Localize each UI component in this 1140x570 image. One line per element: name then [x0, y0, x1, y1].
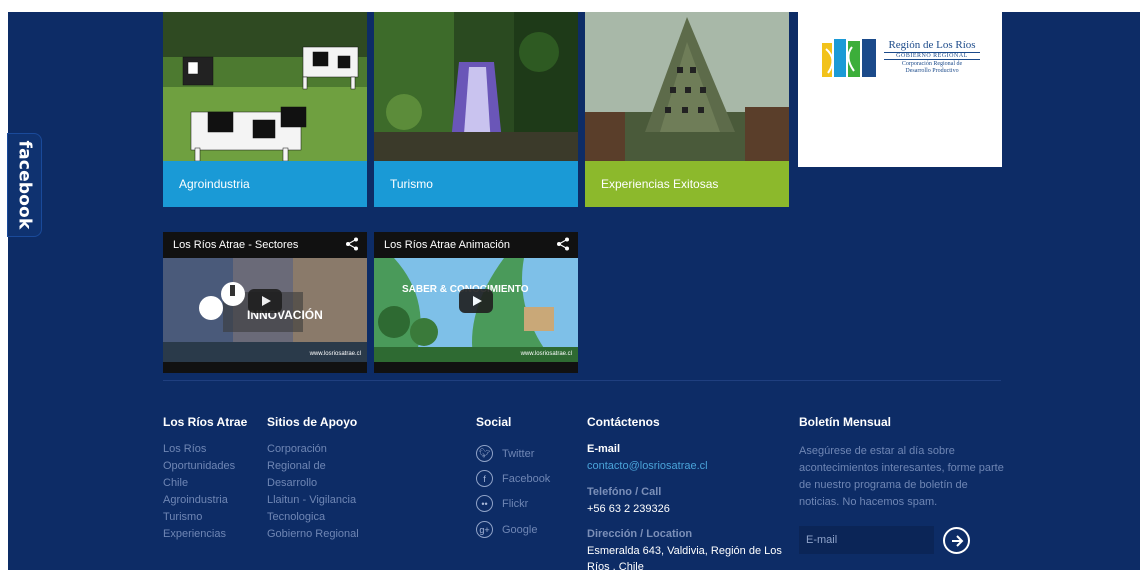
logo-line-4: Desarrollo Productivo [905, 68, 959, 74]
facebook-icon: f [476, 470, 493, 487]
tile-turismo[interactable]: Turismo [374, 12, 578, 207]
footer-heading-contactenos: Contáctenos [587, 415, 660, 429]
google-plus-icon: g+ [476, 521, 493, 538]
footer-link-llaitun[interactable]: Llaitun - Vigilancia [267, 492, 359, 509]
arrow-right-icon [951, 534, 963, 547]
social-label-facebook: Facebook [502, 472, 551, 485]
contact-phone-label: Telefóno / Call [587, 486, 662, 498]
video-sectores-title: Los Ríos Atrae - Sectores [173, 239, 299, 251]
footer-link-experiencias[interactable]: Experiencias [163, 526, 235, 543]
social-link-twitter[interactable]: 🐦︎ Twitter [476, 445, 534, 462]
footer-heading-sitios-de-apoyo: Sitios de Apoyo [267, 415, 358, 429]
footer-heading-social: Social [476, 415, 512, 429]
video-animacion-title: Los Ríos Atrae Animación [384, 239, 510, 251]
footer-link-los-rios[interactable]: Los Ríos [163, 441, 235, 458]
social-link-facebook[interactable]: f Facebook [476, 470, 550, 487]
footer-link-gobierno-regional[interactable]: Gobierno Regional [267, 526, 359, 543]
contact-address-line-1: Esmeralda 643, Valdivia, Región de Los [587, 545, 782, 557]
footer-link-tecnologica[interactable]: Tecnologica [267, 509, 359, 526]
share-icon[interactable] [556, 237, 570, 251]
footer-link-agroindustria[interactable]: Agroindustria [163, 492, 235, 509]
lodge-image [585, 12, 789, 161]
footer-link-oportunidades[interactable]: Oportunidades [163, 458, 235, 475]
footer-link-desarrollo[interactable]: Desarrollo [267, 475, 359, 492]
newsletter-description: Asegúrese de estar al día sobre aconteci… [799, 445, 1004, 508]
newsletter-submit-button[interactable] [943, 527, 970, 554]
logo-line-1: Región de Los Ríos [888, 39, 976, 51]
contact-address-label: Dirección / Location [587, 528, 693, 540]
footer-divider [163, 380, 1001, 381]
footer-heading-los-rios-atrae: Los Ríos Atrae [163, 415, 248, 429]
twitter-icon: 🐦︎ [476, 445, 493, 462]
region-los-rios-logo-card[interactable]: Región de Los Ríos GOBIERNO REGIONAL Cor… [798, 12, 1002, 167]
video-sectores[interactable]: Los Ríos Atrae - Sectores INNOVACIÓN www… [163, 232, 367, 373]
footer-link-turismo[interactable]: Turismo [163, 509, 235, 526]
newsletter-email-input[interactable] [799, 526, 934, 554]
tile-experiencias-exitosas[interactable]: Experiencias Exitosas [585, 12, 789, 207]
tile-agroindustria[interactable]: Agroindustria [163, 12, 367, 207]
social-label-twitter: Twitter [502, 447, 535, 460]
tile-text-experiencias: Experiencias Exitosas [601, 177, 719, 191]
region-logo-text: Región de Los Ríos GOBIERNO REGIONAL Cor… [884, 39, 980, 75]
play-button[interactable] [459, 289, 493, 313]
tile-label-agroindustria: Agroindustria [163, 161, 367, 207]
logo-line-3: Corporación Regional de [901, 61, 963, 67]
social-link-flickr[interactable]: •• Flickr [476, 495, 528, 512]
tile-label-experiencias: Experiencias Exitosas [585, 161, 789, 207]
flickr-icon: •• [476, 495, 493, 512]
play-icon [472, 296, 482, 306]
footer-link-chile[interactable]: Chile [163, 475, 235, 492]
play-icon [261, 296, 271, 306]
tile-text-agroindustria: Agroindustria [179, 177, 250, 191]
video-animacion-url: www.losriosatrae.cl [520, 351, 572, 357]
social-link-google[interactable]: g+ Google [476, 521, 537, 538]
footer-heading-boletin: Boletín Mensual [799, 415, 892, 429]
social-label-google: Google [502, 523, 538, 536]
logo-line-2: GOBIERNO REGIONAL [884, 52, 980, 60]
footer-link-regional-de[interactable]: Regional de [267, 458, 359, 475]
video-animacion[interactable]: Los Ríos Atrae Animación SABER & CONOCIM… [374, 232, 578, 373]
contact-email-link[interactable]: contacto@losriosatrae.cl [587, 460, 708, 472]
footer-link-corporacion[interactable]: Corporación [267, 441, 359, 458]
tile-text-turismo: Turismo [390, 177, 433, 191]
waterfall-image [374, 12, 578, 161]
tile-label-turismo: Turismo [374, 161, 578, 207]
play-button[interactable] [248, 289, 282, 313]
share-icon[interactable] [345, 237, 359, 251]
facebook-tab-label: facebook [14, 140, 35, 230]
video-sectores-url: www.losriosatrae.cl [309, 351, 361, 357]
footer-list-sitios-de-apoyo: Corporación Regional de Desarrollo Llait… [267, 441, 359, 543]
cows-image [163, 12, 367, 161]
contact-phone-value: +56 63 2 239326 [587, 503, 670, 515]
facebook-side-tab[interactable]: facebook [7, 133, 42, 237]
contact-address-line-2: Ríos , Chile [587, 561, 644, 570]
contact-email-label: E-mail [587, 443, 621, 455]
footer-list-los-rios-atrae: Los Ríos Oportunidades Chile Agroindustr… [163, 441, 235, 543]
social-label-flickr: Flickr [502, 497, 529, 510]
region-logo-mark [822, 39, 876, 77]
